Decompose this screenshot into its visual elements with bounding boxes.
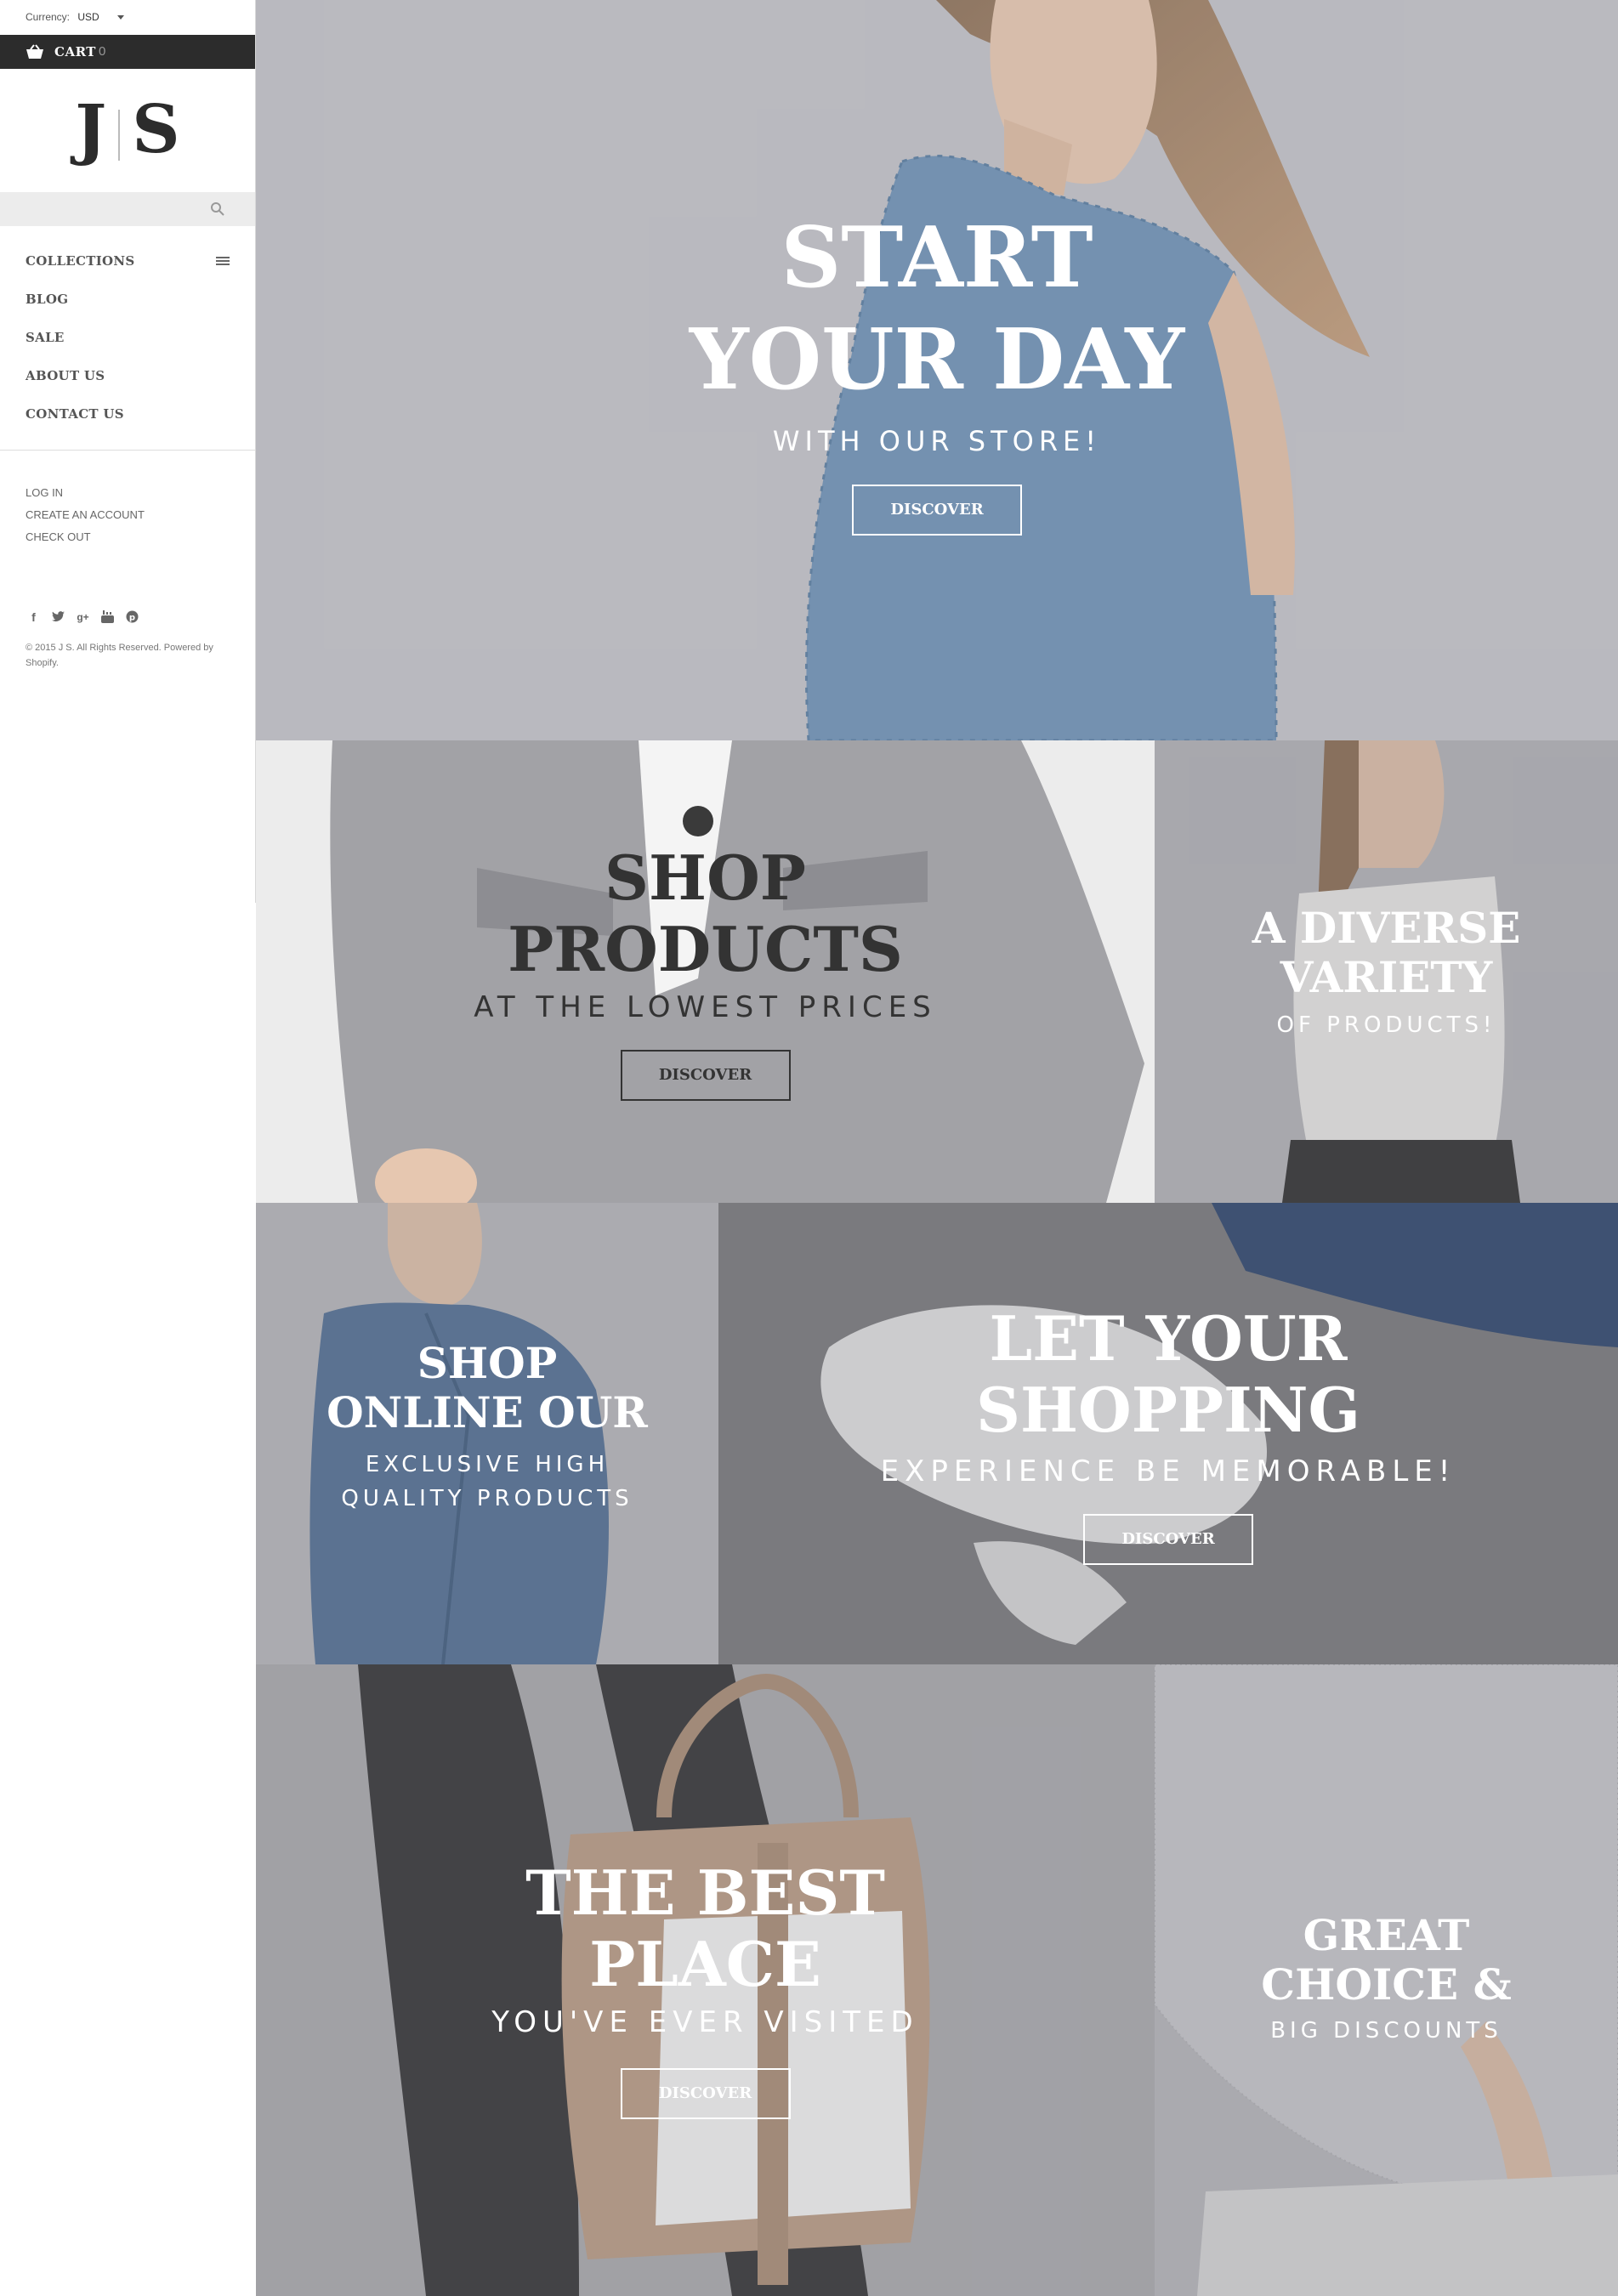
menu-icon[interactable] <box>216 255 230 267</box>
diverse-title-line2: VARIETY <box>1280 952 1493 1002</box>
tile-best-place[interactable]: THE BEST PLACE YOU'VE EVER VISITED DISCO… <box>256 1664 1155 2296</box>
currency-value: USD <box>77 11 99 23</box>
main-nav: COLLECTIONS BLOG SALE ABOUT US CONTACT U… <box>26 248 230 439</box>
logo-divider <box>118 109 121 161</box>
best-place-subtitle: YOU'VE EVER VISITED <box>491 2005 919 2039</box>
tile-shop-products[interactable]: SHOP PRODUCTS AT THE LOWEST PRICES DISCO… <box>256 740 1155 1203</box>
online-subtitle-line2: QUALITY PRODUCTS <box>341 1486 633 1511</box>
sidebar-background <box>0 903 256 2296</box>
shopping-discover-button[interactable]: DISCOVER <box>1083 1514 1253 1565</box>
shopping-subtitle: EXPERIENCE BE MEMORABLE! <box>880 1454 1456 1488</box>
tile-shop-online[interactable]: SHOP ONLINE OUR EXCLUSIVE HIGH QUALITY P… <box>256 1203 718 1664</box>
search-bar <box>0 192 255 226</box>
shopping-title-line2: SHOPPING <box>975 1374 1360 1446</box>
currency-label: Currency: <box>26 11 71 23</box>
search-input[interactable] <box>15 199 206 221</box>
hero-title-line1: START <box>781 209 1093 307</box>
nav-item-sale[interactable]: SALE <box>26 325 230 363</box>
cart-label: CART <box>54 44 96 60</box>
copyright-text: © 2015 J S. All Rights Reserved. Powered… <box>26 643 213 668</box>
best-place-title-line2: PLACE <box>589 1928 821 2000</box>
sidebar-divider <box>0 450 255 451</box>
twitter-icon[interactable] <box>50 609 66 625</box>
google-plus-icon[interactable]: g+ <box>75 609 91 625</box>
nav-item-contact-us[interactable]: CONTACT US <box>26 401 230 439</box>
great-choice-title-line1: GREAT <box>1303 1910 1470 1960</box>
nav-item-label: SALE <box>26 330 65 345</box>
hero-subtitle: WITH OUR STORE! <box>772 425 1102 457</box>
online-title-line1: SHOP <box>417 1338 558 1388</box>
cart-count: 0 <box>99 44 106 59</box>
nav-item-label: ABOUT US <box>26 368 105 383</box>
online-title-line2: ONLINE OUR <box>326 1387 648 1437</box>
facebook-icon[interactable]: f <box>26 609 42 625</box>
hero-banner[interactable]: START YOUR DAY WITH OUR STORE! DISCOVER <box>256 0 1618 740</box>
svg-text:p: p <box>129 614 135 623</box>
best-place-discover-button[interactable]: DISCOVER <box>620 2068 791 2119</box>
online-subtitle-line1: EXCLUSIVE HIGH <box>365 1452 610 1477</box>
logo-letter-right: S <box>132 91 180 168</box>
nav-item-collections[interactable]: COLLECTIONS <box>26 248 230 286</box>
tile-let-your-shopping[interactable]: LET YOUR SHOPPING EXPERIENCE BE MEMORABL… <box>718 1203 1618 1664</box>
youtube-icon[interactable] <box>99 609 116 625</box>
great-choice-title-line2: CHOICE & <box>1261 1959 1512 2010</box>
diverse-title-line1: A DIVERSE <box>1252 903 1521 953</box>
social-links: f g+ p <box>26 609 140 625</box>
great-choice-subtitle: BIG DISCOUNTS <box>1270 2018 1502 2044</box>
log-in-link[interactable]: LOG IN <box>26 485 145 507</box>
hero-title-line2: YOUR DAY <box>689 311 1185 409</box>
site-logo[interactable]: JS <box>0 92 255 168</box>
account-links: LOG IN CREATE AN ACCOUNT CHECK OUT <box>26 485 145 551</box>
currency-selector[interactable]: Currency: USD <box>26 11 125 23</box>
sidebar: Currency: USD CART 0 JS COLLECTIONS BLOG… <box>0 0 256 903</box>
shop-products-subtitle: AT THE LOWEST PRICES <box>474 990 937 1024</box>
nav-item-label: BLOG <box>26 292 69 307</box>
nav-item-about-us[interactable]: ABOUT US <box>26 363 230 401</box>
pinterest-icon[interactable]: p <box>124 609 140 625</box>
hero-discover-button[interactable]: DISCOVER <box>852 485 1022 536</box>
search-icon[interactable] <box>209 201 226 218</box>
shop-products-title-line2: PRODUCTS <box>508 913 903 985</box>
create-account-link[interactable]: CREATE AN ACCOUNT <box>26 507 145 529</box>
basket-icon <box>26 44 43 59</box>
nav-item-blog[interactable]: BLOG <box>26 286 230 325</box>
best-place-title-line1: THE BEST <box>525 1857 885 1929</box>
tile-diverse-variety[interactable]: A DIVERSE VARIETY OF PRODUCTS! <box>1155 740 1618 1203</box>
shop-products-discover-button[interactable]: DISCOVER <box>620 1050 791 1101</box>
logo-letter-left: J <box>75 91 107 168</box>
shopping-title-line1: LET YOUR <box>989 1302 1348 1375</box>
check-out-link[interactable]: CHECK OUT <box>26 529 145 551</box>
diverse-subtitle: OF PRODUCTS! <box>1276 1012 1496 1038</box>
tile-great-choice[interactable]: GREAT CHOICE & BIG DISCOUNTS <box>1155 1664 1618 2296</box>
shop-products-title-line1: SHOP <box>605 842 806 914</box>
cart-button[interactable]: CART 0 <box>0 35 255 69</box>
nav-item-label: CONTACT US <box>26 406 124 422</box>
nav-item-label: COLLECTIONS <box>26 253 135 269</box>
chevron-down-icon <box>117 15 125 20</box>
